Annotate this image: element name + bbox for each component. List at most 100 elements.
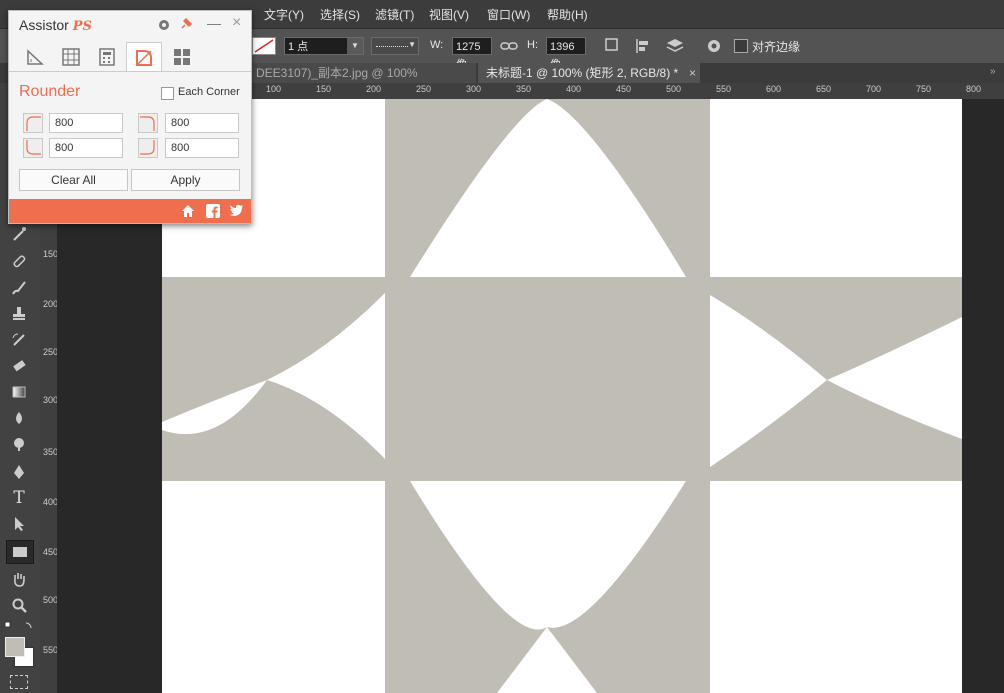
align-edges-label: 对齐边缘 bbox=[752, 40, 801, 54]
hand-tool-icon[interactable] bbox=[6, 568, 32, 590]
link-icon[interactable] bbox=[500, 39, 518, 53]
clear-all-button[interactable]: Clear All bbox=[19, 169, 128, 191]
bottom-left-corner-icon bbox=[23, 138, 43, 158]
menu-help[interactable]: 帮助(H) bbox=[547, 6, 588, 23]
ruler-tick: 800 bbox=[966, 84, 982, 94]
tab-rounder[interactable] bbox=[126, 42, 162, 72]
tab-measure[interactable] bbox=[17, 42, 53, 72]
dodge-tool-icon[interactable] bbox=[6, 433, 32, 455]
bottom-right-radius-input[interactable]: 800 bbox=[165, 138, 239, 158]
ruler-tick: 700 bbox=[866, 84, 882, 94]
path-selection-tool-icon[interactable] bbox=[6, 513, 32, 535]
gradient-tool-icon[interactable] bbox=[6, 381, 32, 403]
width-label: W: bbox=[430, 39, 444, 51]
type-tool-icon[interactable]: T bbox=[6, 487, 32, 509]
healing-brush-tool-icon[interactable] bbox=[6, 250, 32, 272]
chevron-down-icon: ▼ bbox=[408, 40, 416, 49]
ruler-tick: 400 bbox=[566, 84, 582, 94]
ruler-vtick: 350 bbox=[43, 447, 59, 457]
tab-divider bbox=[9, 71, 251, 72]
close-icon[interactable]: × bbox=[689, 63, 696, 83]
home-icon[interactable] bbox=[181, 204, 195, 218]
width-field[interactable]: 1275 像 bbox=[452, 37, 492, 71]
document-tab-2-label: 未标题-1 @ 100% (矩形 2, RGB/8) * bbox=[486, 66, 679, 80]
top-right-corner-icon bbox=[138, 113, 158, 133]
tab-layout[interactable] bbox=[164, 42, 200, 72]
document-tab-1[interactable]: DEE3107)_副本2.jpg @ 100%(RGB/8#) * bbox=[248, 63, 476, 100]
stroke-size-field[interactable]: 1 点 ▼ bbox=[284, 37, 364, 55]
bottom-left-radius-input[interactable]: 800 bbox=[49, 138, 123, 158]
menu-window[interactable]: 窗口(W) bbox=[487, 6, 530, 23]
zoom-tool-icon[interactable] bbox=[6, 594, 32, 616]
path-arrangement-icon[interactable] bbox=[664, 36, 686, 56]
calculator-icon bbox=[99, 48, 115, 66]
document-tab-2[interactable]: 未标题-1 @ 100% (矩形 2, RGB/8) * × bbox=[478, 63, 700, 83]
chevron-double-right-icon[interactable]: » bbox=[990, 66, 996, 77]
ruler-vtick: 250 bbox=[43, 347, 59, 357]
assistor-title: Assistor PS bbox=[19, 17, 92, 34]
ruler-vtick: 150 bbox=[43, 249, 59, 259]
ruler-tick: 550 bbox=[716, 84, 732, 94]
history-brush-tool-icon[interactable] bbox=[6, 329, 32, 351]
eyedropper-tool-icon[interactable] bbox=[6, 223, 32, 245]
top-left-radius-input[interactable]: 800 bbox=[49, 113, 123, 133]
path-alignment-icon[interactable] bbox=[634, 37, 652, 55]
facebook-icon[interactable] bbox=[206, 204, 220, 218]
stroke-size-value: 1 点 bbox=[288, 41, 309, 53]
grid-icon bbox=[62, 48, 80, 66]
ruler-triangle-icon bbox=[27, 49, 44, 65]
rounder-heading: Rounder bbox=[19, 83, 81, 100]
ruler-tick: 150 bbox=[316, 84, 332, 94]
path-operations-icon[interactable] bbox=[604, 37, 622, 55]
ruler-vtick: 400 bbox=[43, 497, 59, 507]
menu-view[interactable]: 视图(V) bbox=[429, 6, 469, 23]
ruler-tick: 200 bbox=[366, 84, 382, 94]
menu-select[interactable]: 选择(S) bbox=[320, 6, 360, 23]
apply-button[interactable]: Apply bbox=[131, 169, 240, 191]
rectangle-tool-icon[interactable] bbox=[6, 540, 34, 564]
brush-tool-icon[interactable] bbox=[6, 277, 32, 299]
tab-grid[interactable] bbox=[53, 42, 89, 72]
ruler-tick: 750 bbox=[916, 84, 932, 94]
menu-type[interactable]: 文字(Y) bbox=[264, 6, 304, 23]
pen-tool-icon[interactable] bbox=[6, 461, 32, 483]
ruler-tick: 100 bbox=[266, 84, 282, 94]
ruler-tick: 500 bbox=[666, 84, 682, 94]
ruler-vtick: 550 bbox=[43, 645, 59, 655]
quick-mask-icon[interactable] bbox=[10, 675, 28, 689]
assistor-title-text: Assistor bbox=[19, 17, 69, 33]
blur-tool-icon[interactable] bbox=[6, 407, 32, 429]
ruler-vtick: 200 bbox=[43, 299, 59, 309]
pin-icon[interactable] bbox=[179, 17, 193, 31]
foreground-color-swatch-top bbox=[5, 637, 25, 657]
height-label: H: bbox=[527, 39, 538, 51]
ruler-vtick: 300 bbox=[43, 395, 59, 405]
ruler-tick: 650 bbox=[816, 84, 832, 94]
chevron-down-icon[interactable]: ▼ bbox=[347, 38, 363, 54]
twitter-icon[interactable] bbox=[229, 204, 244, 217]
gear-icon[interactable] bbox=[705, 37, 723, 55]
minimize-icon[interactable]: — bbox=[207, 15, 221, 31]
bottom-right-corner-icon bbox=[138, 138, 158, 158]
align-edges-checkbox[interactable] bbox=[734, 39, 748, 53]
ruler-tick: 300 bbox=[466, 84, 482, 94]
assistor-panel: Assistor PS — × Rounder Each Corner 800 … bbox=[8, 10, 252, 224]
ruler-tick: 450 bbox=[616, 84, 632, 94]
stamp-tool-icon[interactable] bbox=[6, 302, 32, 324]
each-corner-label: Each Corner bbox=[178, 86, 240, 98]
close-icon[interactable]: × bbox=[232, 14, 241, 32]
menu-filter[interactable]: 滤镜(T) bbox=[375, 6, 414, 23]
stroke-color-swatch[interactable] bbox=[252, 37, 276, 55]
each-corner-checkbox[interactable] bbox=[161, 87, 174, 100]
ruler-tick: 350 bbox=[516, 84, 532, 94]
top-right-radius-input[interactable]: 800 bbox=[165, 113, 239, 133]
tab-calculator[interactable] bbox=[89, 42, 125, 72]
stroke-type-dropdown[interactable]: ▼ bbox=[371, 37, 419, 55]
four-squares-icon bbox=[174, 49, 190, 65]
gear-icon[interactable] bbox=[157, 18, 171, 32]
ruler-tick: 600 bbox=[766, 84, 782, 94]
eraser-tool-icon[interactable] bbox=[6, 355, 32, 377]
dotted-line-icon bbox=[376, 46, 408, 47]
swap-colors-icon[interactable] bbox=[4, 620, 34, 634]
height-field[interactable]: 1396 像 bbox=[546, 37, 586, 71]
